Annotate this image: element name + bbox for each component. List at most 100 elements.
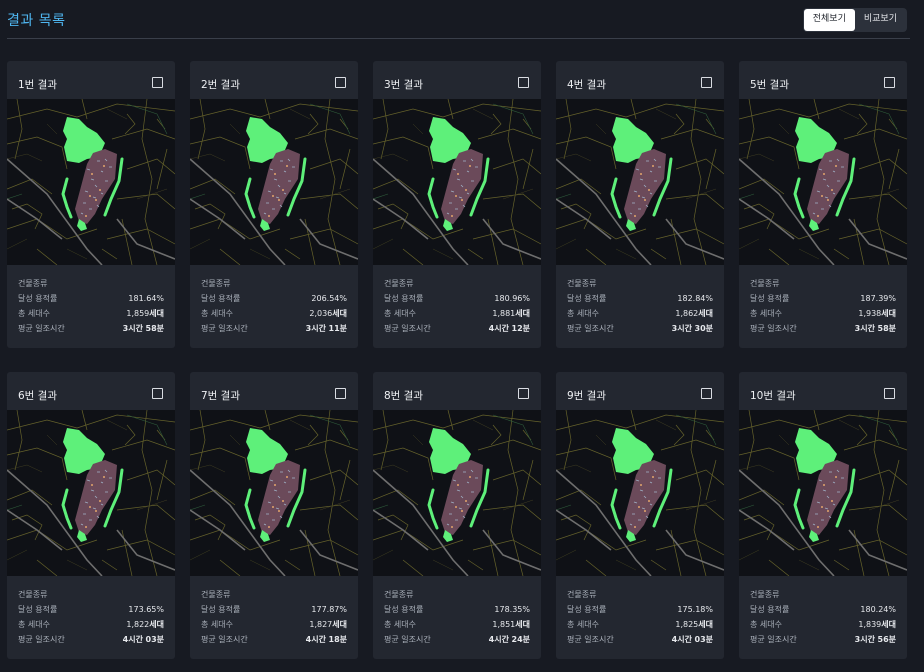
sunlight-hours: 3시간 [671, 324, 692, 333]
households-value: 1,938세대 [858, 306, 896, 321]
households-row: 총 세대수 1,827세대 [201, 617, 347, 632]
building-type-row: 건물종류 [750, 587, 896, 602]
sunlight-row: 평균 일조시간 3시간 58분 [750, 321, 896, 336]
select-checkbox[interactable] [518, 388, 529, 399]
far-row: 달성 용적률 180.96% [384, 291, 530, 306]
result-name: 7번 결과 [201, 390, 240, 402]
households-value: 1,825세대 [675, 617, 713, 632]
sunlight-label: 평균 일조시간 [750, 635, 797, 644]
households-count: 1,859 [126, 309, 150, 318]
result-name: 4번 결과 [567, 79, 606, 91]
households-count: 1,839 [858, 620, 882, 629]
far-label: 달성 용적률 [18, 605, 58, 614]
households-label: 총 세대수 [384, 309, 416, 318]
households-row: 총 세대수 1,938세대 [750, 306, 896, 321]
select-checkbox[interactable] [884, 77, 895, 88]
compare-button[interactable]: 비교보기 [855, 9, 906, 31]
sunlight-value: 4시간 24분 [489, 632, 530, 647]
sunlight-minutes: 18분 [328, 635, 348, 644]
sunlight-minutes: 56분 [877, 635, 897, 644]
select-checkbox[interactable] [518, 77, 529, 88]
result-info: 건물종류 달성 용적률 180.96% 총 세대수 1,881세대 평균 일조시간 4시간 … [384, 276, 530, 336]
card-header: 5번 결과 [739, 61, 907, 99]
sunlight-value: 3시간 11분 [306, 321, 347, 336]
building-type-row: 건물종류 [201, 587, 347, 602]
result-card[interactable]: 4번 결과 건물종류 달성 용적률 182.84% 총 세대수 1,862세대 … [556, 61, 724, 348]
result-card[interactable]: 2번 결과 건물종류 달성 용적률 206.54% 총 세대수 2,036세대 … [190, 61, 358, 348]
card-header: 10번 결과 [739, 372, 907, 410]
result-card[interactable]: 8번 결과 건물종류 달성 용적률 178.35% 총 세대수 1,851세대 … [373, 372, 541, 659]
result-name: 5번 결과 [750, 79, 789, 91]
select-checkbox[interactable] [884, 388, 895, 399]
households-unit: 세대 [515, 309, 530, 318]
households-unit: 세대 [332, 620, 347, 629]
households-value: 2,036세대 [309, 306, 347, 321]
result-card[interactable]: 7번 결과 건물종류 달성 용적률 177.87% 총 세대수 1,827세대 … [190, 372, 358, 659]
households-count: 2,036 [309, 309, 333, 318]
far-value: 180.24% [860, 605, 896, 614]
building-type-label: 건물종류 [384, 279, 414, 288]
households-row: 총 세대수 1,822세대 [18, 617, 164, 632]
result-name: 2번 결과 [201, 79, 240, 91]
result-card[interactable]: 9번 결과 건물종류 달성 용적률 175.18% 총 세대수 1,825세대 … [556, 372, 724, 659]
result-info: 건물종류 달성 용적률 177.87% 총 세대수 1,827세대 평균 일조시간 4시간 … [201, 587, 347, 647]
select-checkbox[interactable] [701, 77, 712, 88]
far-row: 달성 용적률 181.64% [18, 291, 164, 306]
sunlight-row: 평균 일조시간 4시간 03분 [567, 632, 713, 647]
card-header: 8번 결과 [373, 372, 541, 410]
select-checkbox[interactable] [152, 388, 163, 399]
view-all-button[interactable]: 전체보기 [803, 9, 855, 31]
site-plan-map[interactable] [7, 410, 175, 576]
building-type-label: 건물종류 [750, 590, 780, 599]
card-header: 9번 결과 [556, 372, 724, 410]
site-plan-map[interactable] [373, 410, 541, 576]
households-value: 1,827세대 [309, 617, 347, 632]
site-plan-map[interactable] [556, 410, 724, 576]
result-info: 건물종류 달성 용적률 175.18% 총 세대수 1,825세대 평균 일조시간 4시간 … [567, 587, 713, 647]
households-unit: 세대 [698, 620, 713, 629]
result-card[interactable]: 10번 결과 건물종류 달성 용적률 180.24% 총 세대수 1,839세대… [739, 372, 907, 659]
site-plan-map[interactable] [556, 99, 724, 265]
sunlight-row: 평균 일조시간 4시간 12분 [384, 321, 530, 336]
far-label: 달성 용적률 [384, 294, 424, 303]
select-checkbox[interactable] [335, 77, 346, 88]
households-label: 총 세대수 [750, 309, 782, 318]
households-label: 총 세대수 [18, 309, 50, 318]
result-name: 10번 결과 [750, 390, 796, 402]
sunlight-hours: 3시간 [305, 324, 326, 333]
households-unit: 세대 [149, 309, 164, 318]
select-checkbox[interactable] [152, 77, 163, 88]
households-row: 총 세대수 1,859세대 [18, 306, 164, 321]
households-label: 총 세대수 [18, 620, 50, 629]
building-type-label: 건물종류 [201, 279, 231, 288]
households-unit: 세대 [515, 620, 530, 629]
households-row: 총 세대수 2,036세대 [201, 306, 347, 321]
households-value: 1,859세대 [126, 306, 164, 321]
sunlight-value: 3시간 56분 [855, 632, 896, 647]
result-card[interactable]: 3번 결과 건물종류 달성 용적률 180.96% 총 세대수 1,881세대 … [373, 61, 541, 348]
site-plan-map[interactable] [739, 410, 907, 576]
site-plan-map[interactable] [190, 410, 358, 576]
result-card[interactable]: 1번 결과 건물종류 달성 용적률 181.64% 총 세대수 1,859세대 … [7, 61, 175, 348]
sunlight-value: 3시간 58분 [123, 321, 164, 336]
sunlight-value: 3시간 58분 [855, 321, 896, 336]
card-header: 4번 결과 [556, 61, 724, 99]
sunlight-hours: 3시간 [854, 324, 875, 333]
site-plan-map[interactable] [190, 99, 358, 265]
site-plan-map[interactable] [373, 99, 541, 265]
sunlight-label: 평균 일조시간 [567, 635, 614, 644]
result-info: 건물종류 달성 용적률 178.35% 총 세대수 1,851세대 평균 일조시간 4시간 … [384, 587, 530, 647]
select-checkbox[interactable] [335, 388, 346, 399]
site-plan-map[interactable] [739, 99, 907, 265]
far-value: 178.35% [494, 605, 530, 614]
site-plan-map[interactable] [7, 99, 175, 265]
households-label: 총 세대수 [201, 620, 233, 629]
far-label: 달성 용적률 [567, 294, 607, 303]
households-count: 1,938 [858, 309, 882, 318]
result-name: 6번 결과 [18, 390, 57, 402]
result-card[interactable]: 6번 결과 건물종류 달성 용적률 173.65% 총 세대수 1,822세대 … [7, 372, 175, 659]
result-card[interactable]: 5번 결과 건물종류 달성 용적률 187.39% 총 세대수 1,938세대 … [739, 61, 907, 348]
select-checkbox[interactable] [701, 388, 712, 399]
building-type-label: 건물종류 [750, 279, 780, 288]
households-count: 1,851 [492, 620, 516, 629]
